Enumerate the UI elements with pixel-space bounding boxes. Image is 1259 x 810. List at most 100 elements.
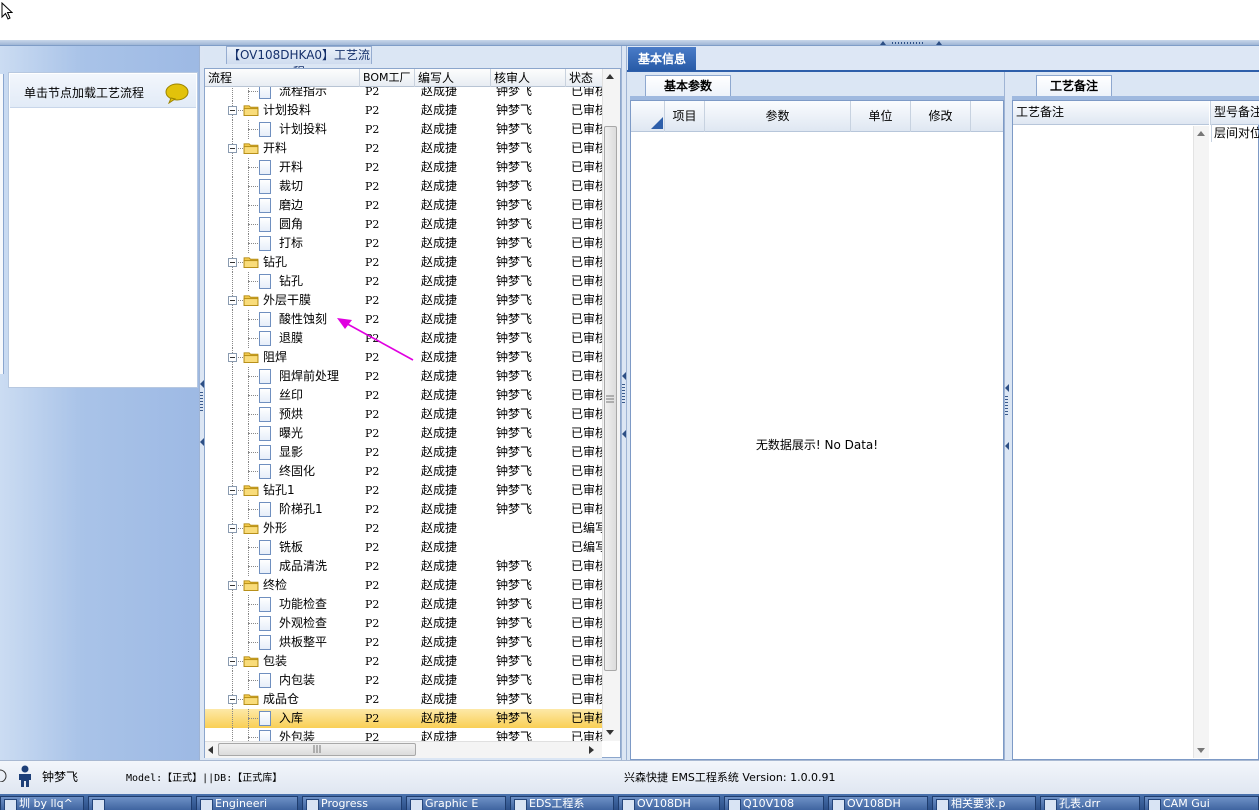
taskbar-button[interactable] <box>88 796 192 810</box>
taskbar-button[interactable]: EDS工程系 <box>510 796 614 810</box>
scroll-down-icon[interactable] <box>1197 748 1205 754</box>
collapse-left-icon[interactable] <box>622 372 626 380</box>
column-header-writer[interactable]: 编写人 <box>415 69 491 87</box>
splitter-grip-icon[interactable] <box>1005 396 1008 416</box>
tree-row[interactable]: 入库 P2 赵成捷 钟梦飞 已审核 <box>205 709 602 728</box>
tree-row[interactable]: 铣板 P2 赵成捷 已编写 <box>205 538 602 557</box>
taskbar-button[interactable]: 圳 by llq^ <box>0 796 84 810</box>
tree-row[interactable]: 成品仓 P2 赵成捷 钟梦飞 已审核 <box>205 690 602 709</box>
tree-node-label[interactable]: 圆角 <box>279 215 303 234</box>
tree-row[interactable]: 开料 P2 赵成捷 钟梦飞 已审核 <box>205 139 602 158</box>
tree-node-label[interactable]: 外层干膜 <box>263 291 311 310</box>
taskbar-button[interactable]: Q10V108 <box>724 796 824 810</box>
collapse-node-icon[interactable] <box>228 524 237 533</box>
tree-node-label[interactable]: 流程指示 <box>279 87 327 101</box>
collapse-node-icon[interactable] <box>228 258 237 267</box>
tree-row[interactable]: 烘板整平 P2 赵成捷 钟梦飞 已审核 <box>205 633 602 652</box>
tree-node-label[interactable]: 阻焊 <box>263 348 287 367</box>
params-column-edit[interactable]: 修改 <box>911 101 971 132</box>
tree-node-label[interactable]: 外包装 <box>279 728 315 741</box>
tab-basic-info[interactable]: 基本信息 <box>628 47 696 71</box>
tree-node-label[interactable]: 预烘 <box>279 405 303 424</box>
tree-node-label[interactable]: 终固化 <box>279 462 315 481</box>
tree-row[interactable]: 丝印 P2 赵成捷 钟梦飞 已审核 <box>205 386 602 405</box>
tree-row[interactable]: 外观检查 P2 赵成捷 钟梦飞 已审核 <box>205 614 602 633</box>
params-corner[interactable] <box>631 101 665 132</box>
taskbar-button[interactable]: 孔表.drr <box>1040 796 1140 810</box>
tree-row[interactable]: 圆角 P2 赵成捷 钟梦飞 已审核 <box>205 215 602 234</box>
tree-row[interactable]: 显影 P2 赵成捷 钟梦飞 已审核 <box>205 443 602 462</box>
tree-row[interactable]: 钻孔 P2 赵成捷 钟梦飞 已审核 <box>205 253 602 272</box>
tree-node-label[interactable]: 阶梯孔1 <box>279 500 323 519</box>
speech-bubble-icon[interactable] <box>164 82 190 104</box>
tree-node-label[interactable]: 显影 <box>279 443 303 462</box>
splitter-grip-icon[interactable] <box>622 384 625 404</box>
tree-row[interactable]: 外包装 P2 赵成捷 钟梦飞 已审核 <box>205 728 602 741</box>
tree-row[interactable]: 外形 P2 赵成捷 已编写 <box>205 519 602 538</box>
collapse-node-icon[interactable] <box>228 486 237 495</box>
tree-node-label[interactable]: 成品清洗 <box>279 557 327 576</box>
tree-node-label[interactable]: 打标 <box>279 234 303 253</box>
tree-node-label[interactable]: 阻焊前处理 <box>279 367 339 386</box>
taskbar-button[interactable]: 相关要求.p <box>932 796 1036 810</box>
tree-node-label[interactable]: 烘板整平 <box>279 633 327 652</box>
tree-node-label[interactable]: 开料 <box>279 158 303 177</box>
remark-vertical-scrollbar[interactable] <box>1193 126 1209 758</box>
tree-node-label[interactable]: 退膜 <box>279 329 303 348</box>
tree-row[interactable]: 预烘 P2 赵成捷 钟梦飞 已审核 <box>205 405 602 424</box>
tree-node-label[interactable]: 钻孔 <box>279 272 303 291</box>
params-column-value[interactable]: 参数 <box>705 101 851 132</box>
taskbar-button[interactable]: OV108DH <box>828 796 928 810</box>
tree-node-label[interactable]: 内包装 <box>279 671 315 690</box>
collapse-node-icon[interactable] <box>228 296 237 305</box>
tree-node-label[interactable]: 功能检查 <box>279 595 327 614</box>
collapse-node-icon[interactable] <box>228 144 237 153</box>
tree-node-label[interactable]: 钻孔 <box>263 253 287 272</box>
tree-node-label[interactable]: 曝光 <box>279 424 303 443</box>
column-header-bom[interactable]: BOM工厂 <box>360 69 415 87</box>
collapse-node-icon[interactable] <box>228 581 237 590</box>
tree-node-label[interactable]: 酸性蚀刻 <box>279 310 327 329</box>
tree-node-label[interactable]: 终检 <box>263 576 287 595</box>
scroll-right-icon[interactable] <box>588 745 596 755</box>
tree-row[interactable]: 裁切 P2 赵成捷 钟梦飞 已审核 <box>205 177 602 196</box>
tree-row[interactable]: 阶梯孔1 P2 赵成捷 钟梦飞 已审核 <box>205 500 602 519</box>
tree-node-label[interactable]: 成品仓 <box>263 690 299 709</box>
tree-row[interactable]: 流程指示 P2 赵成捷 钟梦飞 已审核 <box>205 87 602 101</box>
tree-row[interactable]: 磨边 P2 赵成捷 钟梦飞 已审核 <box>205 196 602 215</box>
tree-row[interactable]: 曝光 P2 赵成捷 钟梦飞 已审核 <box>205 424 602 443</box>
tree-node-label[interactable]: 丝印 <box>279 386 303 405</box>
params-column-unit[interactable]: 单位 <box>851 101 911 132</box>
tab-basic-params[interactable]: 基本参数 <box>645 75 731 96</box>
collapse-node-icon[interactable] <box>228 106 237 115</box>
tree-row[interactable]: 终检 P2 赵成捷 钟梦飞 已审核 <box>205 576 602 595</box>
tree-row[interactable]: 计划投料 P2 赵成捷 钟梦飞 已审核 <box>205 120 602 139</box>
tree-node-label[interactable]: 入库 <box>279 709 303 728</box>
params-column-item[interactable]: 项目 <box>665 101 705 132</box>
model-remark-value[interactable]: 层间对位 <box>1211 124 1259 142</box>
tree-node-label[interactable]: 裁切 <box>279 177 303 196</box>
tree-node-label[interactable]: 开料 <box>263 139 287 158</box>
tree-node-label[interactable]: 磨边 <box>279 196 303 215</box>
tree-node-label[interactable]: 外形 <box>263 519 287 538</box>
tree-row[interactable]: 开料 P2 赵成捷 钟梦飞 已审核 <box>205 158 602 177</box>
tree-row[interactable]: 钻孔1 P2 赵成捷 钟梦飞 已审核 <box>205 481 602 500</box>
taskbar-button[interactable]: Engineeri <box>196 796 298 810</box>
tree-node-label[interactable]: 钻孔1 <box>263 481 295 500</box>
remark-column-process[interactable]: 工艺备注 <box>1013 101 1209 125</box>
tree-row[interactable]: 终固化 P2 赵成捷 钟梦飞 已审核 <box>205 462 602 481</box>
splitter-grip-icon[interactable] <box>880 41 942 45</box>
taskbar-button[interactable]: CAM Gui <box>1144 796 1259 810</box>
column-header-status[interactable]: 状态 <box>566 69 602 87</box>
tree-row[interactable]: 外层干膜 P2 赵成捷 钟梦飞 已审核 <box>205 291 602 310</box>
scroll-left-icon[interactable] <box>206 745 214 755</box>
tree-node-label[interactable]: 铣板 <box>279 538 303 557</box>
taskbar-button[interactable]: Graphic E <box>406 796 506 810</box>
scroll-up-icon[interactable] <box>1197 130 1205 136</box>
scroll-up-icon[interactable] <box>605 72 615 80</box>
tree-node-label[interactable]: 外观检查 <box>279 614 327 633</box>
tree-row[interactable]: 阻焊前处理 P2 赵成捷 钟梦飞 已审核 <box>205 367 602 386</box>
tree-node-label[interactable]: 计划投料 <box>279 120 327 139</box>
tree-row[interactable]: 功能检查 P2 赵成捷 钟梦飞 已审核 <box>205 595 602 614</box>
collapse-node-icon[interactable] <box>228 695 237 704</box>
